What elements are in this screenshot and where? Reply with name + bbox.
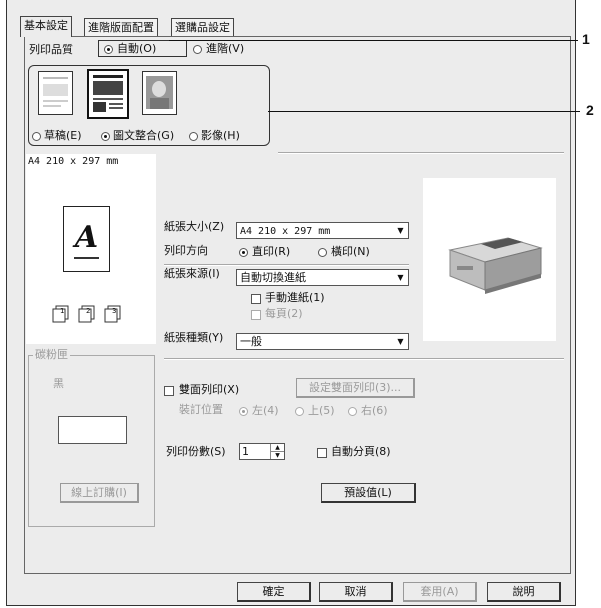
paper-size-preview-label: A4 210 x 297 mm <box>28 156 119 167</box>
landscape-radio-label: 橫印(N) <box>331 245 370 258</box>
binding-right-radio[interactable] <box>348 407 357 416</box>
tab-advanced-layout[interactable]: 進階版面配置 <box>84 18 158 36</box>
tab-basic-settings[interactable]: 基本設定 <box>20 16 72 37</box>
printer-image <box>423 178 556 341</box>
each-page-checkbox[interactable] <box>251 310 261 320</box>
page-order-icon-1: 1 <box>52 305 70 323</box>
portrait-radio-label: 直印(R) <box>252 245 291 258</box>
collate-checkbox[interactable] <box>317 448 327 458</box>
manual-feed-checkbox[interactable] <box>251 294 261 304</box>
sample-letter: A <box>74 220 99 255</box>
binding-top-radio[interactable] <box>295 407 304 416</box>
paper-source-value: 自動切換進紙 <box>240 271 306 284</box>
binding-right-label: 右(6) <box>361 404 388 417</box>
paper-preview-area: A4 210 x 297 mm A 1 2 3 <box>26 154 156 344</box>
tab-option-settings[interactable]: 選購品設定 <box>171 18 234 36</box>
advanced-radio[interactable] <box>193 45 202 54</box>
orientation-label: 列印方向 <box>164 244 208 257</box>
duplex-label: 雙面列印(X) <box>179 383 240 396</box>
landscape-radio[interactable] <box>318 248 327 257</box>
printer-icon <box>448 237 543 294</box>
ok-button[interactable]: 確定 <box>237 582 311 602</box>
image-radio[interactable] <box>189 132 198 141</box>
toner-group-label: 碳粉匣 <box>33 348 70 362</box>
cancel-button[interactable]: 取消 <box>319 582 393 602</box>
paper-size-label: 紙張大小(Z) <box>164 220 225 233</box>
basic-settings-panel: 列印品質 自動(O) 進階(V) 草稿(E) 圖文整合(G) 影像(H) A4 … <box>24 36 571 574</box>
text-graphics-document-icon <box>93 75 123 112</box>
separator <box>164 264 409 266</box>
paper-source-label: 紙張來源(I) <box>164 267 220 280</box>
toner-level-box <box>58 416 127 444</box>
paper-size-select[interactable]: A4 210 x 297 mm ▼ <box>236 222 409 239</box>
text-graphics-radio[interactable] <box>101 132 110 141</box>
portrait-radio[interactable] <box>239 248 248 257</box>
draft-radio-label: 草稿(E) <box>44 129 82 142</box>
text-graphics-radio-label: 圖文整合(G) <box>113 129 175 142</box>
paper-type-select[interactable]: 一般 ▼ <box>236 333 409 350</box>
chevron-down-icon: ▼ <box>397 226 404 235</box>
auto-radio[interactable] <box>104 45 113 54</box>
image-radio-label: 影像(H) <box>201 129 240 142</box>
callout-line-1 <box>169 40 578 41</box>
printer-properties-dialog: 基本設定 進階版面配置 選購品設定 列印品質 自動(O) 進階(V) 草稿(E)… <box>6 0 576 606</box>
paper-type-label: 紙張種類(Y) <box>164 331 224 344</box>
separator <box>164 358 564 360</box>
order-online-button[interactable]: 線上訂購(I) <box>60 483 139 503</box>
paper-source-select[interactable]: 自動切換進紙 ▼ <box>236 269 409 286</box>
page-order-icon-3: 3 <box>104 305 122 323</box>
manual-feed-label: 手動進紙(1) <box>265 291 325 304</box>
spinner-up-icon[interactable]: ▲ <box>271 444 284 452</box>
help-button[interactable]: 說明 <box>487 582 561 602</box>
duplex-settings-button[interactable]: 設定雙面列印(3)... <box>296 378 415 398</box>
binding-left-label: 左(4) <box>252 404 279 417</box>
binding-left-radio[interactable] <box>239 407 248 416</box>
copies-label: 列印份數(S) <box>166 445 226 458</box>
toner-color-label: 黑 <box>53 377 64 390</box>
each-page-label: 每頁(2) <box>265 307 303 320</box>
auto-radio-label: 自動(O) <box>117 42 157 55</box>
photo-document-icon <box>146 76 173 109</box>
print-quality-label: 列印品質 <box>29 43 73 56</box>
separator <box>278 152 564 154</box>
page-preview-icon: A <box>63 206 110 272</box>
callout-2: 2 <box>586 102 594 118</box>
draft-radio[interactable] <box>32 132 41 141</box>
paper-size-value: A4 210 x 297 mm <box>240 226 331 237</box>
chevron-down-icon: ▼ <box>397 337 404 346</box>
chevron-down-icon: ▼ <box>397 273 404 282</box>
binding-position-label: 裝訂位置 <box>179 403 223 416</box>
duplex-checkbox[interactable] <box>164 386 174 396</box>
image-mode-icon[interactable] <box>142 71 177 115</box>
default-button[interactable]: 預設值(L) <box>321 483 416 503</box>
spinner-down-icon[interactable]: ▼ <box>271 452 284 459</box>
draft-mode-icon[interactable] <box>38 71 73 115</box>
binding-top-label: 上(5) <box>308 404 335 417</box>
copies-spinner[interactable]: 1 ▲ ▼ <box>239 443 285 460</box>
apply-button[interactable]: 套用(A) <box>403 582 477 602</box>
paper-type-value: 一般 <box>240 335 262 348</box>
spinner-arrows[interactable]: ▲ ▼ <box>270 444 284 459</box>
draft-document-icon <box>43 77 68 107</box>
collate-label: 自動分頁(8) <box>331 445 391 458</box>
text-graphics-mode-icon[interactable] <box>87 69 129 119</box>
copies-value: 1 <box>242 445 249 458</box>
callout-1: 1 <box>582 31 590 47</box>
page-order-icon-2: 2 <box>78 305 96 323</box>
advanced-radio-label: 進階(V) <box>206 42 245 55</box>
callout-line-2 <box>268 111 580 112</box>
